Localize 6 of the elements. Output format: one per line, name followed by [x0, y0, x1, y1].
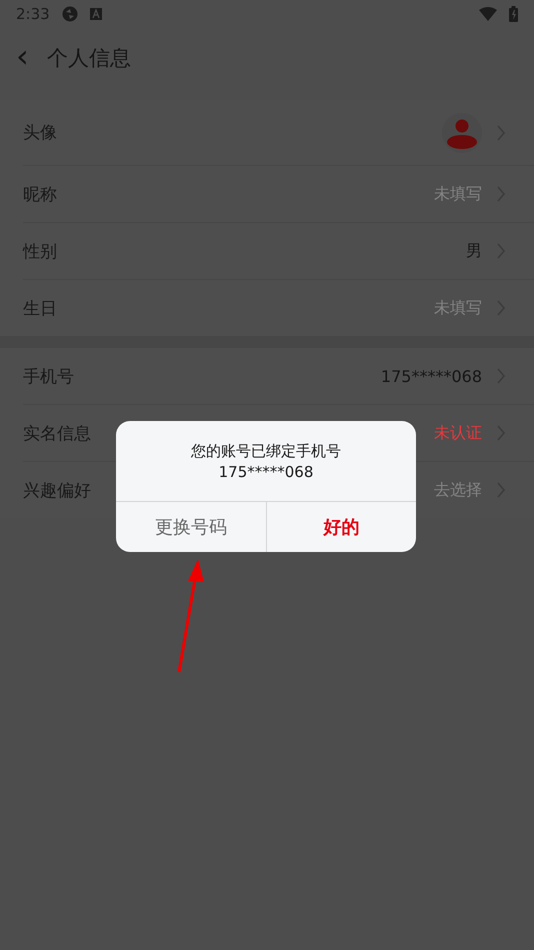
page-title: 个人信息 [46, 45, 131, 72]
dialog-phone: 175*****068 [218, 462, 314, 483]
row-value: 未认证 [434, 422, 482, 444]
row-value: 175*****068 [380, 366, 482, 386]
dialog-message: 您的账号已绑定手机号 [190, 441, 342, 462]
row-value: 男 [466, 240, 482, 262]
